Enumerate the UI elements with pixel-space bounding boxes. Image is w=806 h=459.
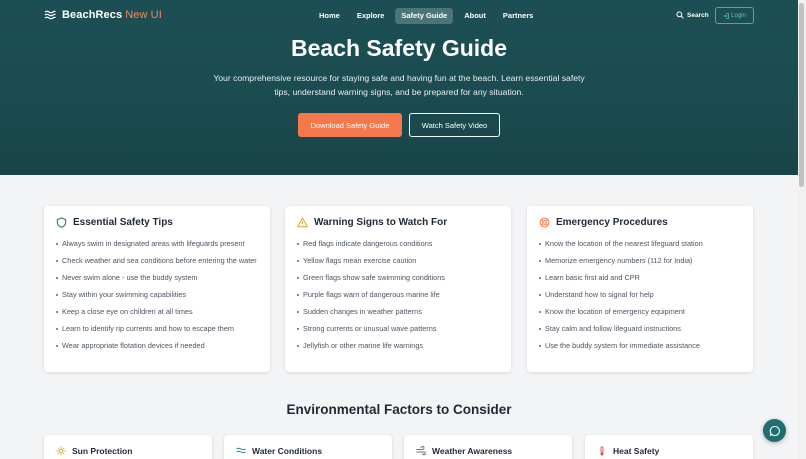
brand-name: BeachRecs New UI <box>62 9 162 21</box>
list-item: Red flags indicate dangerous conditions <box>297 239 502 249</box>
shield-icon <box>56 217 67 228</box>
list-item: Check weather and sea conditions before … <box>56 256 261 266</box>
card-list: Always swim in designated areas with lif… <box>56 239 261 358</box>
card-header: Essential Safety Tips <box>56 217 173 228</box>
card-header: Emergency Procedures <box>539 217 668 228</box>
list-item: Purple flags warn of dangerous marine li… <box>297 290 502 300</box>
brand-suffix: New UI <box>125 9 162 21</box>
list-item: Stay within your swimming capabilities <box>56 290 261 300</box>
card-header: Heat Safety <box>597 446 659 456</box>
list-item: Green flags show safe swimming condition… <box>297 273 502 283</box>
warning-triangle-icon <box>297 217 308 228</box>
sun-protection-card: Sun Protection <box>44 435 212 459</box>
safety-tips-card: Essential Safety Tips Always swim in des… <box>44 206 270 372</box>
card-title: Warning Signs to Watch For <box>314 217 448 228</box>
chat-bubble-icon <box>769 425 780 436</box>
watch-video-button[interactable]: Watch Safety Video <box>409 113 500 137</box>
hero-subtitle: Your comprehensive resource for staying … <box>213 73 585 97</box>
lifebuoy-icon <box>539 217 550 228</box>
search-icon <box>676 11 684 19</box>
water-conditions-card: Water Conditions <box>224 435 392 459</box>
list-item: Jellyfish or other marine life warnings <box>297 341 502 351</box>
emergency-procedures-card: Emergency Procedures Know the location o… <box>527 206 753 372</box>
list-item: Use the buddy system for immediate assis… <box>539 341 744 351</box>
card-title: Essential Safety Tips <box>73 217 173 228</box>
nav-about[interactable]: About <box>458 8 492 24</box>
environment-section-title: Environmental Factors to Consider <box>286 402 512 417</box>
hero-section: BeachRecs New UI Home Explore Safety Guid… <box>0 0 806 175</box>
waves-icon <box>236 447 246 454</box>
top-nav: BeachRecs New UI Home Explore Safety Guid… <box>0 0 798 32</box>
heat-safety-card: Heat Safety <box>585 435 753 459</box>
card-header: Sun Protection <box>56 446 132 456</box>
list-item: Always swim in designated areas with lif… <box>56 239 261 249</box>
list-item: Memorize emergency numbers (112 for Indi… <box>539 256 744 266</box>
wind-icon <box>416 446 426 456</box>
search-button[interactable]: Search <box>676 11 709 19</box>
login-label: Login <box>731 12 746 19</box>
brand-logo[interactable]: BeachRecs New UI <box>44 9 162 21</box>
card-header: Warning Signs to Watch For <box>297 217 447 228</box>
weather-awareness-card: Weather Awareness <box>404 435 572 459</box>
list-item: Yellow flags mean exercise caution <box>297 256 502 266</box>
search-label: Search <box>687 11 709 19</box>
list-item: Never swim alone - use the buddy system <box>56 273 261 283</box>
list-item: Know the location of emergency equipment <box>539 307 744 317</box>
card-title: Weather Awareness <box>432 446 513 456</box>
scrollbar-thumb[interactable] <box>799 3 804 187</box>
warning-signs-card: Warning Signs to Watch For Red flags ind… <box>285 206 511 372</box>
card-title: Emergency Procedures <box>556 217 668 228</box>
list-item: Sudden changes in weather patterns <box>297 307 502 317</box>
list-item: Strong currents or unusual wave patterns <box>297 324 502 334</box>
login-button[interactable]: Login <box>715 7 754 24</box>
sun-icon <box>56 446 66 456</box>
card-list: Red flags indicate dangerous conditions … <box>297 239 502 358</box>
download-guide-button[interactable]: Download Safety Guide <box>298 113 402 137</box>
nav-safety-guide[interactable]: Safety Guide <box>395 8 454 24</box>
chat-button[interactable] <box>763 419 786 442</box>
card-title: Water Conditions <box>252 446 323 456</box>
card-title: Sun Protection <box>72 446 133 456</box>
card-title: Heat Safety <box>613 446 660 456</box>
page-title: Beach Safety Guide <box>290 35 508 61</box>
list-item: Understand how to signal for help <box>539 290 744 300</box>
list-item: Stay calm and follow lifeguard instructi… <box>539 324 744 334</box>
login-icon <box>723 12 729 19</box>
thermometer-icon <box>600 446 604 456</box>
card-header: Water Conditions <box>236 446 322 456</box>
card-list: Know the location of the nearest lifegua… <box>539 239 744 358</box>
nav-partners[interactable]: Partners <box>497 8 539 24</box>
nav-links: Home Explore Safety Guide About Partners <box>313 8 539 24</box>
list-item: Know the location of the nearest lifegua… <box>539 239 744 249</box>
nav-home[interactable]: Home <box>313 8 346 24</box>
card-header: Weather Awareness <box>416 446 512 456</box>
waves-logo-icon <box>44 10 56 20</box>
nav-explore[interactable]: Explore <box>351 8 391 24</box>
list-item: Wear appropriate flotation devices if ne… <box>56 341 261 351</box>
list-item: Learn to identify rip currents and how t… <box>56 324 261 334</box>
list-item: Learn basic first aid and CPR <box>539 273 744 283</box>
list-item: Keep a close eye on children at all time… <box>56 307 261 317</box>
page-scrollbar[interactable] <box>798 0 806 459</box>
